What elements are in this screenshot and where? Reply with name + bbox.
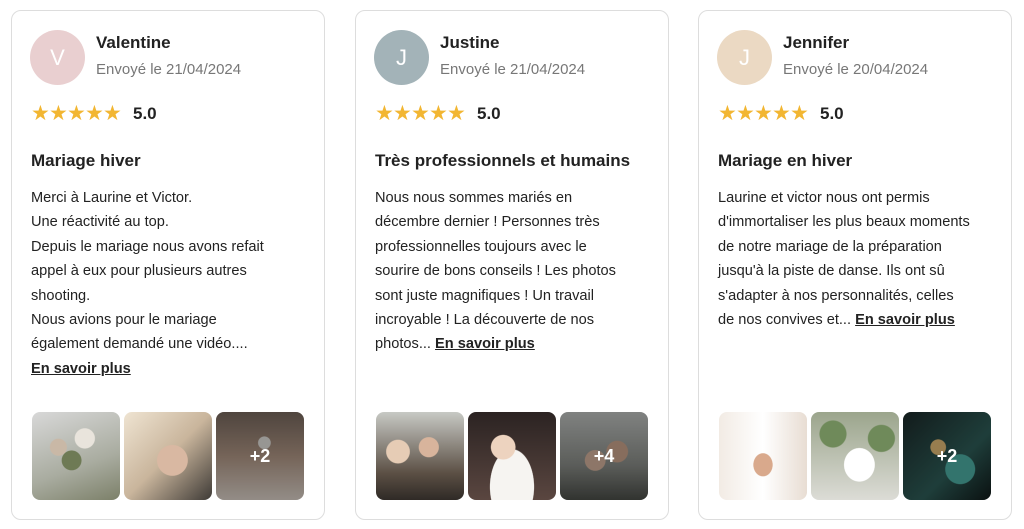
- review-text-line: de notre mariage de la préparation: [718, 238, 942, 255]
- review-body: Merci à Laurine et Victor. Une réactivit…: [31, 186, 311, 381]
- read-more-link[interactable]: En savoir plus: [31, 361, 131, 377]
- avatar: J: [717, 30, 772, 85]
- reviewer-name: Valentine: [96, 33, 171, 52]
- review-date: Envoyé le 20/04/2024: [783, 61, 929, 78]
- review-text-line: de nos convives et...: [718, 312, 852, 329]
- review-text-line: jusqu'à la piste de danse. Ils ont sû: [718, 263, 945, 280]
- review-body: Laurine et victor nous ont permis d'immo…: [718, 186, 998, 332]
- rating-score: 5.0: [477, 104, 501, 123]
- review-card: V Valentine Envoyé le 21/04/2024 ★ ★ ★ ★…: [11, 10, 325, 520]
- star-icon: ★: [772, 102, 791, 125]
- read-more-link[interactable]: En savoir plus: [855, 312, 955, 328]
- review-text-line: décembre dernier ! Personnes très: [375, 214, 600, 231]
- star-icon: ★: [754, 102, 773, 125]
- review-date: Envoyé le 21/04/2024: [440, 61, 586, 78]
- review-text-line: professionnelles toujours avec le: [375, 238, 587, 255]
- star-icon: ★: [736, 102, 755, 125]
- review-card: J Justine Envoyé le 21/04/2024 ★ ★ ★ ★ ★…: [355, 10, 669, 520]
- review-text-line: Laurine et victor nous ont permis: [718, 190, 930, 206]
- reviewer-name: Justine: [440, 33, 500, 52]
- more-photos-count: +2: [216, 412, 304, 500]
- review-text-line: Une réactivité au top.: [31, 214, 169, 231]
- review-photo-hands[interactable]: [124, 412, 212, 500]
- rating: ★ ★ ★ ★ ★ 5.0: [31, 103, 157, 125]
- review-text-line: Merci à Laurine et Victor.: [31, 190, 193, 206]
- star-icon: ★: [67, 102, 86, 125]
- review-text-line: s'adapter à nos personnalités, celles: [718, 287, 954, 304]
- review-title: Très professionnels et humains: [375, 151, 631, 170]
- more-photos-count: +4: [560, 412, 648, 500]
- review-photo-more[interactable]: +2: [216, 412, 304, 500]
- star-icon: ★: [393, 102, 412, 125]
- review-date: Envoyé le 21/04/2024: [96, 61, 242, 78]
- more-photos-count: +2: [903, 412, 991, 500]
- review-text-line: sont juste magnifiques ! Un travail: [375, 287, 595, 304]
- star-icon: ★: [411, 102, 430, 125]
- reviewer-name: Jennifer: [783, 33, 850, 52]
- photo-gallery: +4: [376, 412, 648, 500]
- photo-gallery: +2: [32, 412, 304, 500]
- review-text-line: d'immortaliser les plus beaux moments: [718, 214, 970, 231]
- star-rating: ★ ★ ★ ★ ★: [718, 102, 809, 125]
- star-icon: ★: [718, 102, 737, 125]
- review-photo-more[interactable]: +4: [560, 412, 648, 500]
- star-icon: ★: [447, 102, 466, 125]
- avatar: V: [30, 30, 85, 85]
- star-icon: ★: [31, 102, 50, 125]
- review-photo-more[interactable]: +2: [903, 412, 991, 500]
- rating: ★ ★ ★ ★ ★ 5.0: [718, 103, 844, 125]
- review-text-line: appel à eux pour plusieurs autres: [31, 263, 247, 280]
- rating-score: 5.0: [133, 104, 157, 123]
- read-more-link[interactable]: En savoir plus: [435, 336, 535, 352]
- star-icon: ★: [790, 102, 809, 125]
- review-title: Mariage en hiver: [718, 151, 853, 170]
- star-icon: ★: [429, 102, 448, 125]
- review-text-line: incroyable ! La découverte de nos: [375, 312, 595, 329]
- review-text-line: Depuis le mariage nous avons refait: [31, 238, 264, 255]
- rating-score: 5.0: [820, 104, 844, 123]
- review-card: J Jennifer Envoyé le 20/04/2024 ★ ★ ★ ★ …: [698, 10, 1012, 520]
- review-text-line: photos...: [375, 336, 431, 353]
- review-text-line: sourire de bons conseils ! Les photos: [375, 263, 616, 280]
- review-text-line: Nous avions pour le mariage: [31, 312, 217, 329]
- review-title: Mariage hiver: [31, 151, 141, 170]
- review-photo-dress[interactable]: [719, 412, 807, 500]
- star-icon: ★: [85, 102, 104, 125]
- star-icon: ★: [49, 102, 68, 125]
- photo-gallery: +2: [719, 412, 991, 500]
- review-photo-bouquet[interactable]: [32, 412, 120, 500]
- review-text-line: Nous nous sommes mariés en: [375, 190, 573, 206]
- star-rating: ★ ★ ★ ★ ★: [31, 102, 122, 125]
- review-text-line: également demandé une vidéo....: [31, 336, 248, 353]
- review-body: Nous nous sommes mariés en décembre dern…: [375, 186, 655, 357]
- star-icon: ★: [375, 102, 394, 125]
- star-icon: ★: [103, 102, 122, 125]
- rating: ★ ★ ★ ★ ★ 5.0: [375, 103, 501, 125]
- review-photo-guests[interactable]: [376, 412, 464, 500]
- review-photo-ring-box[interactable]: [811, 412, 899, 500]
- review-text-line: shooting.: [31, 287, 91, 304]
- avatar: J: [374, 30, 429, 85]
- review-photo-bride[interactable]: [468, 412, 556, 500]
- star-rating: ★ ★ ★ ★ ★: [375, 102, 466, 125]
